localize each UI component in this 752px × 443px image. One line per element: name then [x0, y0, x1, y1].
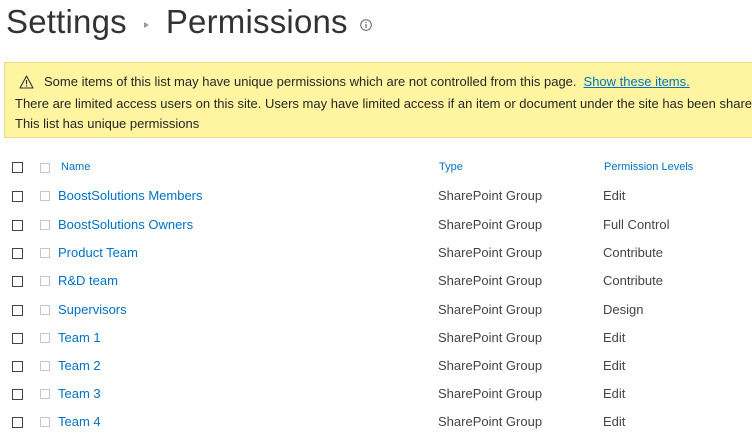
table-row[interactable]: Team 4 SharePoint Group Edit [0, 408, 752, 436]
table-row[interactable]: Product Team SharePoint Group Contribute [0, 239, 752, 267]
row-selection-checkbox[interactable] [40, 191, 50, 201]
row-checkbox[interactable] [12, 191, 23, 202]
row-checkbox[interactable] [12, 361, 23, 372]
group-type: SharePoint Group [438, 330, 543, 345]
group-type: SharePoint Group [438, 245, 543, 260]
table-row[interactable]: R&D team SharePoint Group Contribute [0, 267, 752, 295]
row-selection-checkbox[interactable] [40, 248, 50, 258]
group-type: SharePoint Group [438, 358, 543, 373]
row-checkbox[interactable] [12, 276, 23, 287]
header-selection-checkbox[interactable] [40, 163, 50, 173]
breadcrumb-separator-icon [143, 22, 149, 28]
breadcrumb-settings[interactable]: Settings [6, 2, 127, 42]
group-name-link[interactable]: Team 3 [58, 386, 101, 401]
permission-level: Edit [603, 414, 626, 429]
table-row[interactable]: Team 3 SharePoint Group Edit [0, 380, 752, 408]
group-name-link[interactable]: Team 2 [58, 358, 101, 373]
warning-icon [19, 74, 34, 89]
permission-level: Edit [603, 386, 626, 401]
permission-level: Edit [603, 188, 626, 203]
row-checkbox[interactable] [12, 220, 23, 231]
group-name-link[interactable]: Team 4 [58, 414, 101, 429]
table-row[interactable]: Team 2 SharePoint Group Edit [0, 352, 752, 380]
column-header-permission-levels[interactable]: Permission Levels [604, 161, 693, 173]
row-checkbox[interactable] [12, 248, 23, 259]
show-these-items-link[interactable]: Show these items. [584, 74, 690, 89]
row-selection-checkbox[interactable] [40, 305, 50, 315]
banner-line1-text: Some items of this list may have unique … [44, 74, 577, 89]
group-type: SharePoint Group [438, 217, 543, 232]
permissions-page: Settings Permissions Some items of this … [0, 0, 752, 443]
group-type: SharePoint Group [438, 302, 543, 317]
row-selection-checkbox[interactable] [40, 276, 50, 286]
group-name-link[interactable]: Product Team [58, 245, 138, 260]
permission-level: Design [603, 302, 644, 317]
banner-line-unique-items: Some items of this list may have unique … [19, 74, 690, 89]
permission-level: Edit [603, 330, 626, 345]
group-type: SharePoint Group [438, 273, 543, 288]
warning-banner: Some items of this list may have unique … [4, 62, 752, 138]
row-selection-checkbox[interactable] [40, 220, 50, 230]
group-type: SharePoint Group [438, 188, 543, 203]
select-all-checkbox[interactable] [12, 162, 23, 173]
permission-level: Edit [603, 358, 626, 373]
column-header-type[interactable]: Type [439, 161, 463, 173]
group-name-link[interactable]: BoostSolutions Owners [58, 217, 193, 232]
group-name-link[interactable]: Team 1 [58, 330, 101, 345]
breadcrumb-permissions: Permissions [165, 3, 348, 40]
banner-line-limited-access: There are limited access users on this s… [15, 96, 752, 111]
table-row[interactable]: BoostSolutions Owners SharePoint Group F… [0, 211, 752, 239]
table-row[interactable]: BoostSolutions Members SharePoint Group … [0, 182, 752, 210]
row-selection-checkbox[interactable] [40, 389, 50, 399]
table-row[interactable]: Supervisors SharePoint Group Design [0, 296, 752, 324]
row-selection-checkbox[interactable] [40, 361, 50, 371]
group-type: SharePoint Group [438, 414, 543, 429]
banner-line-unique-permissions: This list has unique permissions [15, 116, 200, 131]
page-title: Settings Permissions [6, 0, 372, 44]
row-checkbox[interactable] [12, 305, 23, 316]
permission-level: Contribute [603, 245, 663, 260]
row-checkbox[interactable] [12, 417, 23, 428]
group-name-link[interactable]: Supervisors [58, 302, 127, 317]
row-checkbox[interactable] [12, 333, 23, 344]
row-selection-checkbox[interactable] [40, 333, 50, 343]
table-row[interactable]: Team 1 SharePoint Group Edit [0, 324, 752, 352]
permission-level: Contribute [603, 273, 663, 288]
permission-level: Full Control [603, 217, 670, 232]
row-selection-checkbox[interactable] [40, 417, 50, 427]
group-name-link[interactable]: BoostSolutions Members [58, 188, 203, 203]
group-name-link[interactable]: R&D team [58, 273, 118, 288]
info-icon[interactable] [359, 19, 372, 31]
column-header-name[interactable]: Name [61, 161, 90, 173]
row-checkbox[interactable] [12, 389, 23, 400]
group-type: SharePoint Group [438, 386, 543, 401]
